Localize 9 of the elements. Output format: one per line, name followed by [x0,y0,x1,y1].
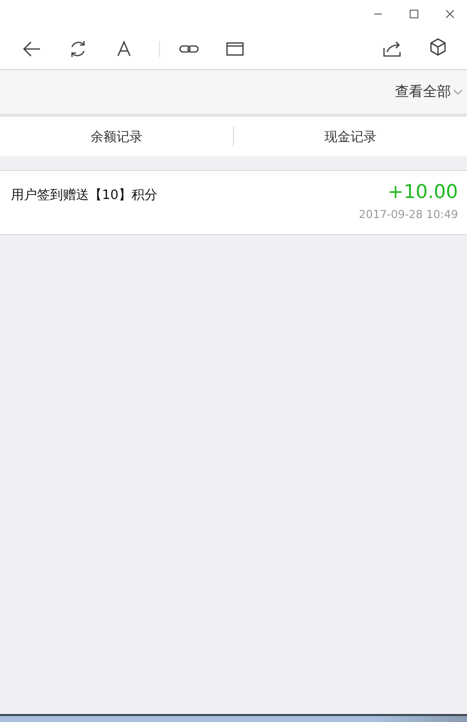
record-description: 用户签到赠送【10】积分 [11,187,158,205]
tab[interactable]: 余额记录 [0,128,233,146]
tab[interactable]: 现金记录 [234,128,467,146]
close-icon[interactable] [443,7,457,21]
maximize-icon[interactable] [407,7,421,21]
chevron-icon [453,88,463,96]
record-amount: +10.00 [388,181,458,203]
view-all-dropdown[interactable]: 查看全部 [395,83,463,101]
record-time: 2017-09-28 10:49 [358,208,458,221]
